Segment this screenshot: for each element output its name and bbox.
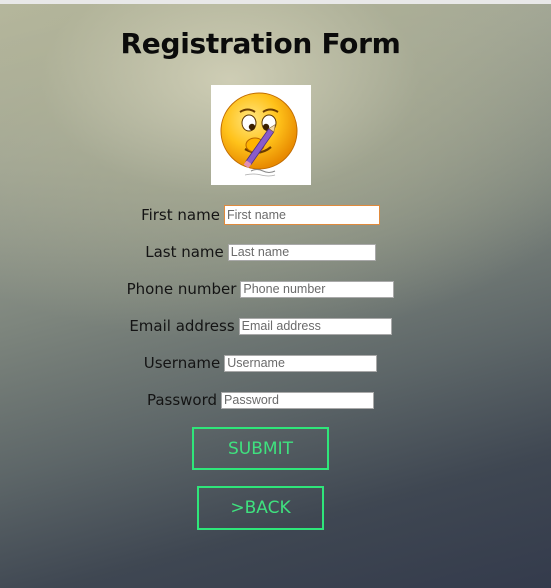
username-row: Username (0, 352, 521, 374)
first-name-input[interactable] (223, 205, 380, 225)
email-address-label: Email address (129, 317, 235, 335)
page-title: Registration Form (120, 27, 401, 60)
username-input[interactable] (224, 354, 378, 372)
emoji-graphic (220, 92, 298, 177)
password-row: Password (0, 389, 521, 411)
back-button[interactable]: >BACK (197, 486, 324, 530)
phone-number-row: Phone number (0, 278, 521, 300)
phone-number-input[interactable] (240, 280, 395, 298)
email-address-input[interactable] (238, 317, 392, 335)
top-border (0, 0, 551, 4)
password-input[interactable] (221, 391, 375, 409)
password-label: Password (146, 391, 218, 409)
writing-emoji-icon (211, 85, 311, 185)
last-name-row: Last name (0, 241, 521, 263)
first-name-label: First name (141, 206, 220, 224)
email-address-row: Email address (0, 315, 521, 337)
first-name-row: First name (0, 204, 521, 226)
last-name-label: Last name (145, 243, 224, 261)
phone-number-label: Phone number (126, 280, 237, 298)
submit-button[interactable]: SUBMIT (192, 427, 329, 470)
last-name-input[interactable] (227, 243, 376, 261)
username-label: Username (143, 354, 221, 372)
